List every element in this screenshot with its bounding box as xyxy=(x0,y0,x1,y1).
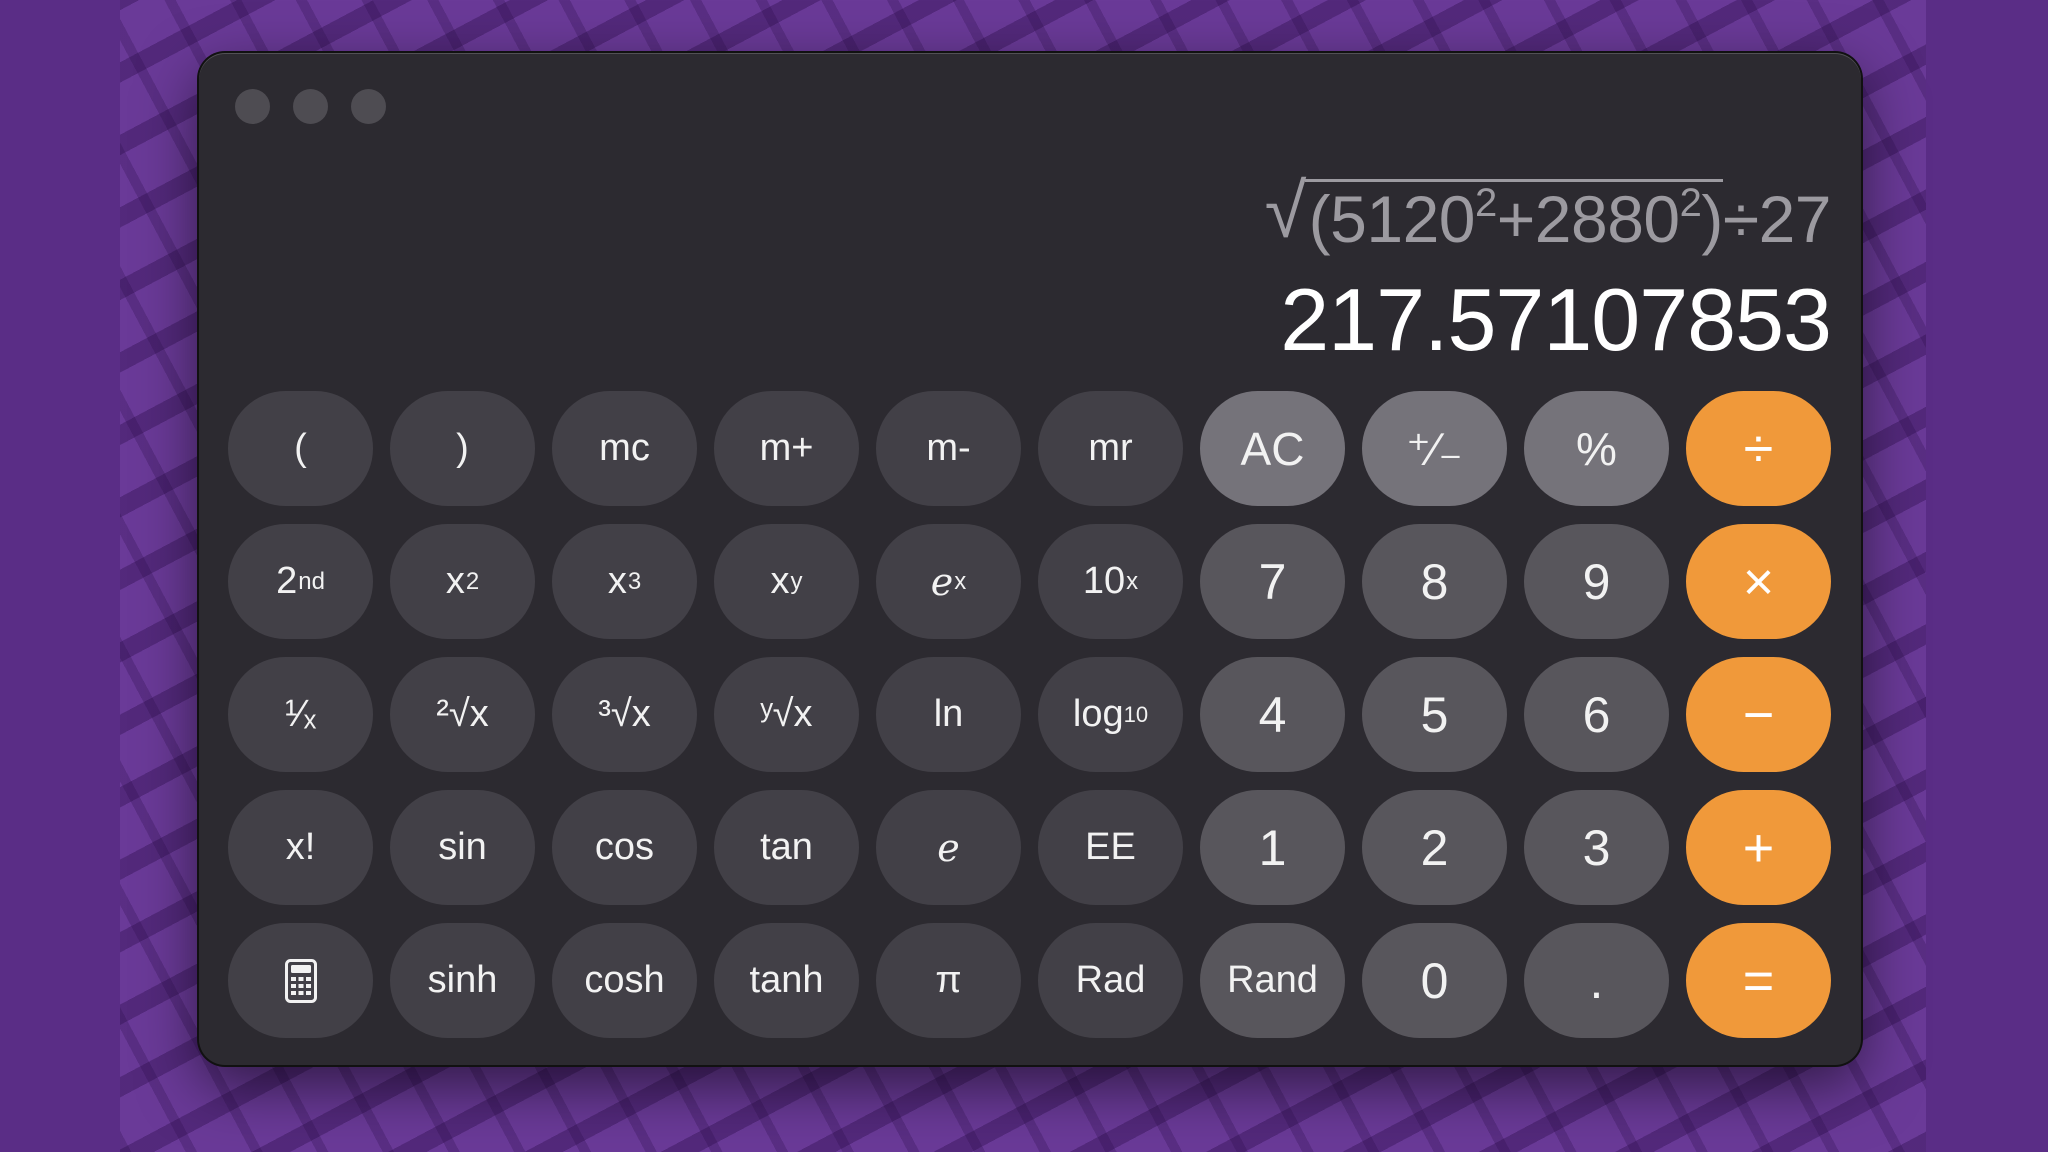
expr-exp2: 2 xyxy=(1679,181,1702,225)
cube-button[interactable]: x3 xyxy=(552,524,697,639)
multiply-button[interactable]: × xyxy=(1686,524,1831,639)
expression-display: (51202+28802)÷27 xyxy=(1265,172,1832,257)
decimal-button[interactable]: . xyxy=(1524,923,1669,1038)
cos-button[interactable]: cos xyxy=(552,790,697,905)
tan-button[interactable]: tan xyxy=(714,790,859,905)
memory-add-button[interactable]: m+ xyxy=(714,391,859,506)
cube-label: x xyxy=(607,560,627,602)
sin-button[interactable]: sin xyxy=(390,790,535,905)
pi-button[interactable]: π xyxy=(876,923,1021,1038)
calculator-icon xyxy=(284,958,317,1003)
left-letterbox xyxy=(0,0,120,1152)
ee-button[interactable]: EE xyxy=(1038,790,1183,905)
nth-root-button[interactable]: ʸ√x xyxy=(714,657,859,772)
calculator-window: (51202+28802)÷27 217.57107853 ( ) mc m+ … xyxy=(199,53,1861,1065)
log10-button[interactable]: log 10 xyxy=(1038,657,1183,772)
ten-power-sup: x xyxy=(1126,567,1139,595)
calculator-mode-button[interactable] xyxy=(228,923,373,1038)
euler-button[interactable]: e xyxy=(876,790,1021,905)
square-label: x xyxy=(445,560,465,602)
tanh-button[interactable]: tanh xyxy=(714,923,859,1038)
digit-9-button[interactable]: 9 xyxy=(1524,524,1669,639)
digit-8-button[interactable]: 8 xyxy=(1362,524,1507,639)
second-label: 2 xyxy=(276,560,298,602)
power-button[interactable]: xy xyxy=(714,524,859,639)
cube-root-button[interactable]: ³√x xyxy=(552,657,697,772)
rad-button[interactable]: Rad xyxy=(1038,923,1183,1038)
memory-subtract-button[interactable]: m- xyxy=(876,391,1021,506)
sinh-button[interactable]: sinh xyxy=(390,923,535,1038)
subtract-button[interactable]: − xyxy=(1686,657,1831,772)
second-function-button[interactable]: 2nd xyxy=(228,524,373,639)
close-button[interactable] xyxy=(235,89,270,124)
sqrt-expression: (51202+28802) xyxy=(1265,172,1724,256)
cosh-button[interactable]: cosh xyxy=(552,923,697,1038)
right-letterbox xyxy=(1926,0,2048,1152)
add-button[interactable]: + xyxy=(1686,790,1831,905)
power-sup: y xyxy=(790,567,803,595)
keypad: ( ) mc m+ m- mr AC ⁺∕₋ % ÷ 2nd x2 x3 xy … xyxy=(228,391,1831,1038)
euler-label: e xyxy=(937,825,960,870)
reciprocal-button[interactable]: ¹∕ₓ xyxy=(228,657,373,772)
digit-5-button[interactable]: 5 xyxy=(1362,657,1507,772)
square-sup: 2 xyxy=(465,567,480,595)
memory-recall-button[interactable]: mr xyxy=(1038,391,1183,506)
equals-button[interactable]: = xyxy=(1686,923,1831,1038)
digit-1-button[interactable]: 1 xyxy=(1200,790,1345,905)
factorial-button[interactable]: x! xyxy=(228,790,373,905)
memory-clear-button[interactable]: mc xyxy=(552,391,697,506)
digit-4-button[interactable]: 4 xyxy=(1200,657,1345,772)
ten-power-button[interactable]: 10 x xyxy=(1038,524,1183,639)
second-sup: nd xyxy=(298,567,325,595)
exp-button[interactable]: ex xyxy=(876,524,1021,639)
result-display: 217.57107853 xyxy=(1280,270,1832,369)
open-paren-button[interactable]: ( xyxy=(228,391,373,506)
expr-exp1: 2 xyxy=(1474,181,1497,225)
digit-7-button[interactable]: 7 xyxy=(1200,524,1345,639)
window-controls xyxy=(235,89,386,124)
exp-label: e xyxy=(930,559,954,604)
close-paren-button[interactable]: ) xyxy=(390,391,535,506)
all-clear-button[interactable]: AC xyxy=(1200,391,1345,506)
expr-base2: 2880 xyxy=(1534,182,1680,256)
square-root-button[interactable]: ²√x xyxy=(390,657,535,772)
digit-2-button[interactable]: 2 xyxy=(1362,790,1507,905)
exp-sup: x xyxy=(954,567,967,595)
plus-minus-button[interactable]: ⁺∕₋ xyxy=(1362,391,1507,506)
digit-6-button[interactable]: 6 xyxy=(1524,657,1669,772)
expr-divisor: 27 xyxy=(1758,182,1832,256)
natural-log-button[interactable]: ln xyxy=(876,657,1021,772)
minimize-button[interactable] xyxy=(293,89,328,124)
percent-button[interactable]: % xyxy=(1524,391,1669,506)
divide-button[interactable]: ÷ xyxy=(1686,391,1831,506)
cube-sup: 3 xyxy=(627,567,642,595)
square-button[interactable]: x2 xyxy=(390,524,535,639)
log-label: log xyxy=(1072,693,1124,735)
power-label: x xyxy=(770,560,790,602)
expr-base1: 5120 xyxy=(1330,182,1475,256)
digit-0-button[interactable]: 0 xyxy=(1362,923,1507,1038)
rand-button[interactable]: Rand xyxy=(1200,923,1345,1038)
zoom-button[interactable] xyxy=(351,89,386,124)
log-sub: 10 xyxy=(1123,701,1149,727)
digit-3-button[interactable]: 3 xyxy=(1524,790,1669,905)
ten-power-label: 10 xyxy=(1082,560,1126,602)
